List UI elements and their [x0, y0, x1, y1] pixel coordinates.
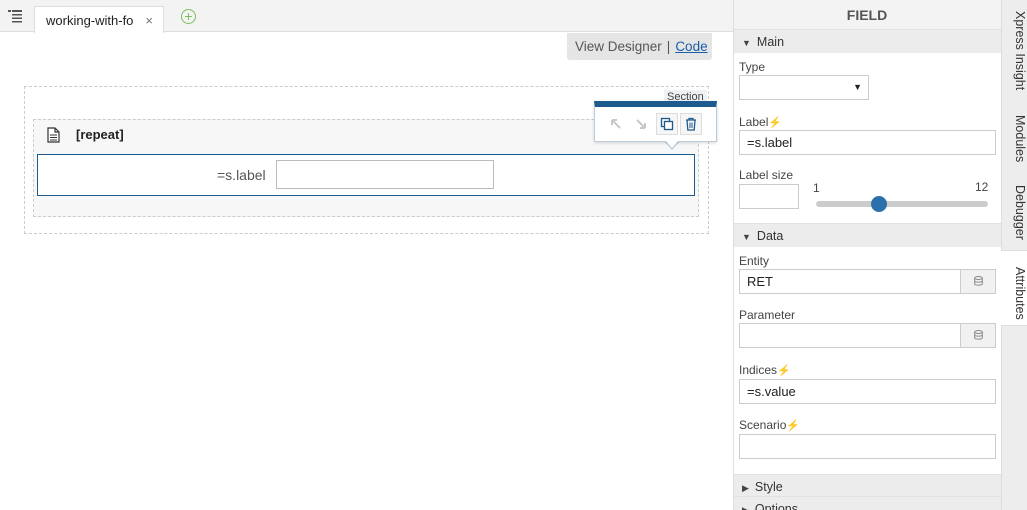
group-data-label: Data [756, 229, 784, 243]
type-select[interactable]: ▼ [739, 75, 869, 100]
scenario-input[interactable] [739, 434, 996, 459]
view-switcher: View Designer | Code [567, 33, 712, 60]
label-input[interactable]: =s.label [739, 130, 996, 155]
label-field-label: Label⚡ [739, 115, 782, 129]
group-data[interactable]: ▼ Data [734, 223, 1001, 247]
label-size-label: Label size [739, 168, 794, 182]
collapse-triangle-icon: ▼ [742, 232, 751, 242]
dynamic-bolt-icon: ⚡ [786, 420, 801, 432]
parameter-label: Parameter [739, 308, 796, 322]
project-tree-icon[interactable] [8, 9, 24, 23]
indices-label-text: Indices [739, 363, 778, 377]
field-label: =s.label [217, 167, 266, 183]
file-tab-label: working-with-fo [46, 13, 134, 28]
element-toolbar [594, 101, 717, 142]
delete-icon[interactable] [680, 113, 702, 135]
side-tab-debugger[interactable]: Debugger [1001, 180, 1027, 244]
group-style-label: Style [754, 480, 783, 494]
field-input[interactable] [276, 160, 494, 189]
collapse-triangle-icon: ▼ [742, 38, 751, 48]
toolbar-pointer-inner [665, 140, 679, 148]
entity-label: Entity [739, 254, 770, 268]
expand-triangle-icon: ▶ [742, 505, 749, 510]
side-tab-xpress-insight[interactable]: Xpress Insight [1001, 6, 1027, 96]
add-tab-icon[interactable]: + [181, 9, 196, 24]
document-icon [47, 127, 60, 143]
label-size-input[interactable] [739, 184, 799, 209]
side-tab-attributes[interactable]: Attributes [1001, 250, 1027, 326]
side-tab-modules[interactable]: Modules [1001, 110, 1027, 168]
repeat-title: [repeat] [76, 127, 124, 142]
scenario-label: Scenario⚡ [739, 418, 800, 432]
label-size-slider-thumb[interactable] [870, 196, 887, 212]
move-up-icon[interactable] [605, 113, 627, 135]
entity-input[interactable]: RET [739, 269, 961, 294]
group-options-label: Options [754, 502, 799, 510]
file-tab[interactable]: working-with-fo × [34, 6, 164, 33]
group-main-label: Main [756, 35, 785, 49]
scenario-label-text: Scenario [739, 418, 787, 432]
database-picker-icon[interactable] [960, 269, 996, 294]
panel-title: FIELD [846, 7, 888, 23]
duplicate-icon[interactable] [656, 113, 678, 135]
group-options[interactable]: ▶ Options [734, 496, 1001, 510]
label-size-slider-track[interactable] [816, 201, 988, 207]
view-switch-separator: | [666, 39, 671, 54]
group-main[interactable]: ▼ Main [734, 29, 1001, 53]
type-label: Type [739, 60, 766, 74]
parameter-input[interactable] [739, 323, 961, 348]
slider-max-label: 12 [975, 180, 989, 194]
group-style[interactable]: ▶ Style [734, 474, 1001, 498]
indices-input[interactable]: =s.value [739, 379, 996, 404]
dynamic-bolt-icon: ⚡ [768, 117, 783, 129]
move-down-icon[interactable] [630, 113, 652, 135]
indices-label: Indices⚡ [739, 363, 791, 377]
label-field-label-text: Label [739, 115, 769, 129]
view-designer-button[interactable]: View Designer [575, 39, 662, 54]
close-tab-icon[interactable]: × [145, 13, 153, 28]
database-picker-icon[interactable] [960, 323, 996, 348]
dropdown-arrow-icon: ▼ [853, 82, 862, 92]
expand-triangle-icon: ▶ [742, 483, 749, 493]
dynamic-bolt-icon: ⚡ [777, 365, 791, 377]
code-link[interactable]: Code [675, 39, 707, 54]
slider-min-label: 1 [813, 181, 820, 195]
